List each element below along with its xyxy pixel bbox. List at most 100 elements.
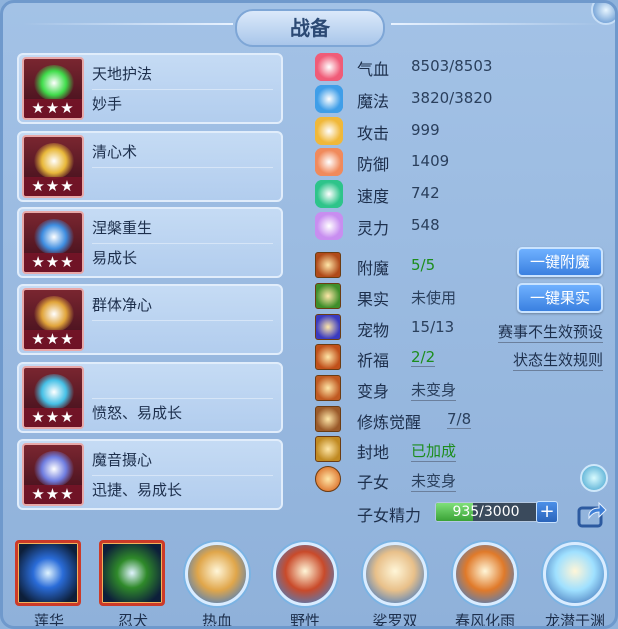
stat-label: 速度 [357, 187, 390, 206]
speed-icon [315, 180, 343, 208]
stat-row: 气血 8503/8503 [315, 53, 615, 83]
title-right-decoration [391, 23, 601, 25]
pet-icon [315, 314, 341, 340]
swirl-icon[interactable] [580, 464, 608, 492]
cultivation-icon [315, 406, 341, 432]
stat-row: 灵力 548 [315, 212, 615, 242]
feature-value[interactable]: 未使用 [411, 287, 456, 308]
skill-divider [92, 398, 273, 399]
skill-tag: 易成长 [92, 249, 138, 267]
shield-icon [315, 148, 343, 176]
passive-skill-label: 忍犬 [117, 612, 148, 629]
skill-glow [34, 219, 74, 255]
feature-value[interactable]: 2/2 [411, 348, 436, 367]
stat-value: 8503/8503 [411, 57, 493, 75]
feature-row[interactable]: 修炼觉醒 7/8 [315, 406, 615, 434]
stat-row: 防御 1409 [315, 148, 615, 178]
stat-value: 548 [411, 216, 440, 234]
skill-icon: ★★★ [22, 135, 84, 198]
feature-value[interactable]: 已加成 [411, 440, 457, 462]
feature-value[interactable]: 5/5 [411, 256, 435, 274]
passive-skill[interactable]: 龙潜于渊 [539, 538, 611, 629]
add-essence-button[interactable]: + [536, 501, 558, 523]
skill-stars: ★★★ [24, 485, 82, 504]
spirit-icon [315, 212, 343, 240]
feature-label: 果实 [357, 290, 390, 309]
passive-skill-icon [185, 542, 249, 606]
feature-value[interactable]: 15/13 [411, 318, 454, 336]
stat-label: 灵力 [357, 219, 390, 238]
passive-skill[interactable]: 忍犬 [97, 538, 169, 629]
passive-skill[interactable]: 野性 [269, 538, 341, 629]
skill-divider [92, 320, 273, 321]
feature-row[interactable]: 变身 未变身 [315, 375, 615, 403]
blessing-icon [315, 344, 341, 370]
skill-card[interactable]: ★★★ 群体净心 [17, 284, 283, 355]
title-left-decoration [23, 23, 233, 25]
passive-skill[interactable]: 莲华 [13, 538, 85, 629]
skill-icon: ★★★ [22, 366, 84, 429]
stat-label: 防御 [357, 155, 390, 174]
skill-icon: ★★★ [22, 443, 84, 506]
skill-icon: ★★★ [22, 211, 84, 274]
skill-divider [92, 89, 273, 90]
stat-value: 999 [411, 121, 440, 139]
sword-icon [315, 117, 343, 145]
skill-tag: 迅捷、易成长 [92, 481, 183, 499]
feature-label: 附魔 [357, 259, 390, 278]
skill-icon: ★★★ [22, 57, 84, 120]
feature-label: 子女 [357, 473, 390, 492]
battle-prep-panel: 战备 ★★★ 天地护法 妙手 ★★★ 清心术 ★★★ 涅槃重生 易成长 ★★★ 群体净心 ★★★ 愤怒… [0, 0, 618, 629]
passive-skill-icon [15, 540, 81, 606]
skill-card[interactable]: ★★★ 愤怒、易成长 [17, 362, 283, 433]
one-click-fruit-button[interactable]: 一键果实 [517, 283, 603, 313]
feature-label: 封地 [357, 443, 390, 462]
skill-name: 清心术 [92, 143, 138, 161]
skill-name: 群体净心 [92, 296, 153, 314]
panel-title: 战备 [235, 9, 385, 47]
passive-skill-icon [543, 542, 607, 606]
skill-glow [34, 296, 74, 332]
skill-card[interactable]: ★★★ 清心术 [17, 131, 283, 202]
skill-card[interactable]: ★★★ 魔音摄心 迅捷、易成长 [17, 439, 283, 510]
feature-label: 祈福 [357, 351, 390, 370]
event-preset-link[interactable]: 赛事不生效预设 [497, 321, 603, 343]
skill-glow [34, 374, 74, 410]
passive-skill-label: 野性 [289, 612, 320, 629]
stat-row: 魔法 3820/3820 [315, 85, 615, 115]
passive-skill-icon [363, 542, 427, 606]
status-rules-link[interactable]: 状态生效规则 [512, 349, 603, 371]
stat-label: 魔法 [357, 92, 390, 111]
skill-glow [34, 451, 74, 487]
child-essence-label: 子女精力 [357, 506, 422, 525]
heart-icon [315, 53, 343, 81]
skill-name: 涅槃重生 [92, 219, 153, 237]
skill-divider [92, 167, 273, 168]
passive-skill[interactable]: 春风化雨 [449, 538, 521, 626]
feature-value[interactable]: 7/8 [447, 410, 472, 429]
one-click-enchant-button[interactable]: 一键附魔 [517, 247, 603, 277]
feature-value[interactable]: 未变身 [411, 470, 457, 492]
feature-value[interactable]: 未变身 [411, 379, 457, 401]
child-icon [315, 466, 341, 492]
close-orb-icon[interactable] [591, 3, 615, 25]
passive-skill-label: 莲华 [33, 612, 64, 629]
stat-label: 攻击 [357, 124, 390, 143]
share-icon[interactable] [577, 500, 607, 528]
feature-label: 宠物 [357, 321, 390, 340]
skill-tag: 愤怒、易成长 [92, 404, 183, 422]
stat-row: 速度 742 [315, 180, 615, 210]
passive-skill[interactable]: 热血 [181, 538, 253, 626]
transform-icon [315, 375, 341, 401]
passive-skill-icon [99, 540, 165, 606]
feature-row[interactable]: 子女 未变身 [315, 466, 615, 494]
feature-row[interactable]: 封地 已加成 [315, 436, 615, 464]
passive-skill-icon [453, 542, 517, 606]
skill-divider [92, 475, 273, 476]
skill-card[interactable]: ★★★ 涅槃重生易成长 [17, 207, 283, 278]
skill-stars: ★★★ [24, 408, 82, 427]
passive-skill[interactable]: 娑罗双 [359, 538, 431, 626]
passive-skill-label: 龙潜于渊 [544, 612, 605, 629]
stat-value: 3820/3820 [411, 89, 493, 107]
skill-card[interactable]: ★★★ 天地护法 妙手 [17, 53, 283, 124]
